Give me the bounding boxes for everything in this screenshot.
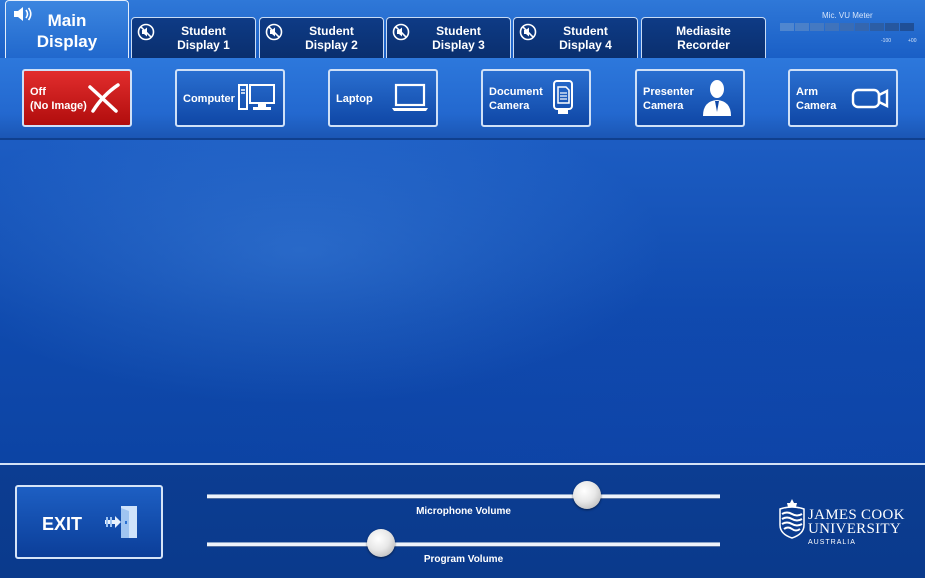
slider-label: Microphone Volume bbox=[416, 506, 511, 517]
source-label: Document Camera bbox=[489, 86, 543, 112]
tab-student-display-1[interactable]: Student Display 1 bbox=[131, 17, 256, 58]
vu-meter-title: Mic. VU Meter bbox=[822, 11, 873, 20]
laptop-icon bbox=[392, 83, 428, 111]
source-label: Presenter Camera bbox=[643, 86, 694, 112]
vu-meter-min-label: -100 bbox=[881, 38, 892, 44]
exit-button[interactable]: EXIT bbox=[15, 485, 163, 559]
slider-track bbox=[207, 494, 720, 499]
tab-student-display-2[interactable]: Student Display 2 bbox=[259, 17, 384, 58]
source-presenter-camera-button[interactable]: Presenter Camera bbox=[635, 69, 745, 127]
video-camera-icon bbox=[851, 88, 889, 109]
presenter-icon bbox=[703, 80, 731, 116]
slider-knob[interactable] bbox=[367, 529, 396, 557]
source-arm-camera-button[interactable]: Arm Camera bbox=[788, 69, 898, 127]
mic-vu-meter: Mic. VU Meter -100 +00 bbox=[780, 9, 920, 49]
tab-label: Student Display 2 bbox=[305, 24, 358, 52]
slider-label: Program Volume bbox=[423, 554, 504, 565]
tab-main-display[interactable]: Main Display bbox=[5, 0, 129, 60]
logo-line-2: UNIVERSITY bbox=[808, 521, 901, 537]
tab-student-display-3[interactable]: Student Display 3 bbox=[386, 17, 511, 58]
source-label: Arm Camera bbox=[796, 86, 837, 112]
source-off-button[interactable]: Off (No Image) bbox=[22, 69, 132, 127]
program-volume-slider[interactable]: Program Volume bbox=[207, 529, 720, 566]
exit-label: EXIT bbox=[42, 514, 83, 534]
tab-label: Mediasite Recorder bbox=[676, 24, 731, 52]
x-icon bbox=[88, 83, 120, 113]
source-computer-button[interactable]: Computer bbox=[175, 69, 285, 127]
tab-mediasite-recorder[interactable]: Mediasite Recorder bbox=[641, 17, 766, 58]
logo-line-3: AUSTRALIA bbox=[808, 539, 856, 546]
microphone-volume-slider[interactable]: Microphone Volume bbox=[207, 481, 720, 518]
source-document-camera-button[interactable]: Document Camera bbox=[481, 69, 591, 127]
vu-meter-bar bbox=[780, 23, 917, 32]
exit-door-icon bbox=[105, 506, 137, 538]
source-label: Computer bbox=[183, 93, 235, 105]
tab-student-display-4[interactable]: Student Display 4 bbox=[513, 17, 638, 58]
tab-label: Student Display 4 bbox=[559, 24, 612, 52]
slider-knob[interactable] bbox=[572, 481, 601, 509]
crest-icon bbox=[779, 499, 805, 539]
vu-meter-max-label: +00 bbox=[908, 38, 917, 44]
desktop-computer-icon bbox=[238, 84, 275, 110]
tab-bar: Main Display Student Display 1 Student D… bbox=[0, 0, 925, 60]
tab-label: Student Display 3 bbox=[432, 24, 485, 52]
source-label: Off (No Image) bbox=[30, 86, 87, 112]
slider-track bbox=[207, 542, 720, 547]
source-laptop-button[interactable]: Laptop bbox=[328, 69, 438, 127]
tab-label: Main Display bbox=[36, 11, 98, 51]
document-camera-icon bbox=[553, 80, 573, 114]
source-label: Laptop bbox=[336, 93, 373, 105]
source-selection-bar: Off (No Image) Computer Laptop Document … bbox=[0, 58, 925, 140]
bottom-control-panel: EXIT Microphone Volume Program Volume JA… bbox=[0, 463, 925, 578]
tab-label: Student Display 1 bbox=[177, 24, 230, 52]
university-logo: JAMES COOK UNIVERSITY AUSTRALIA bbox=[778, 497, 908, 547]
